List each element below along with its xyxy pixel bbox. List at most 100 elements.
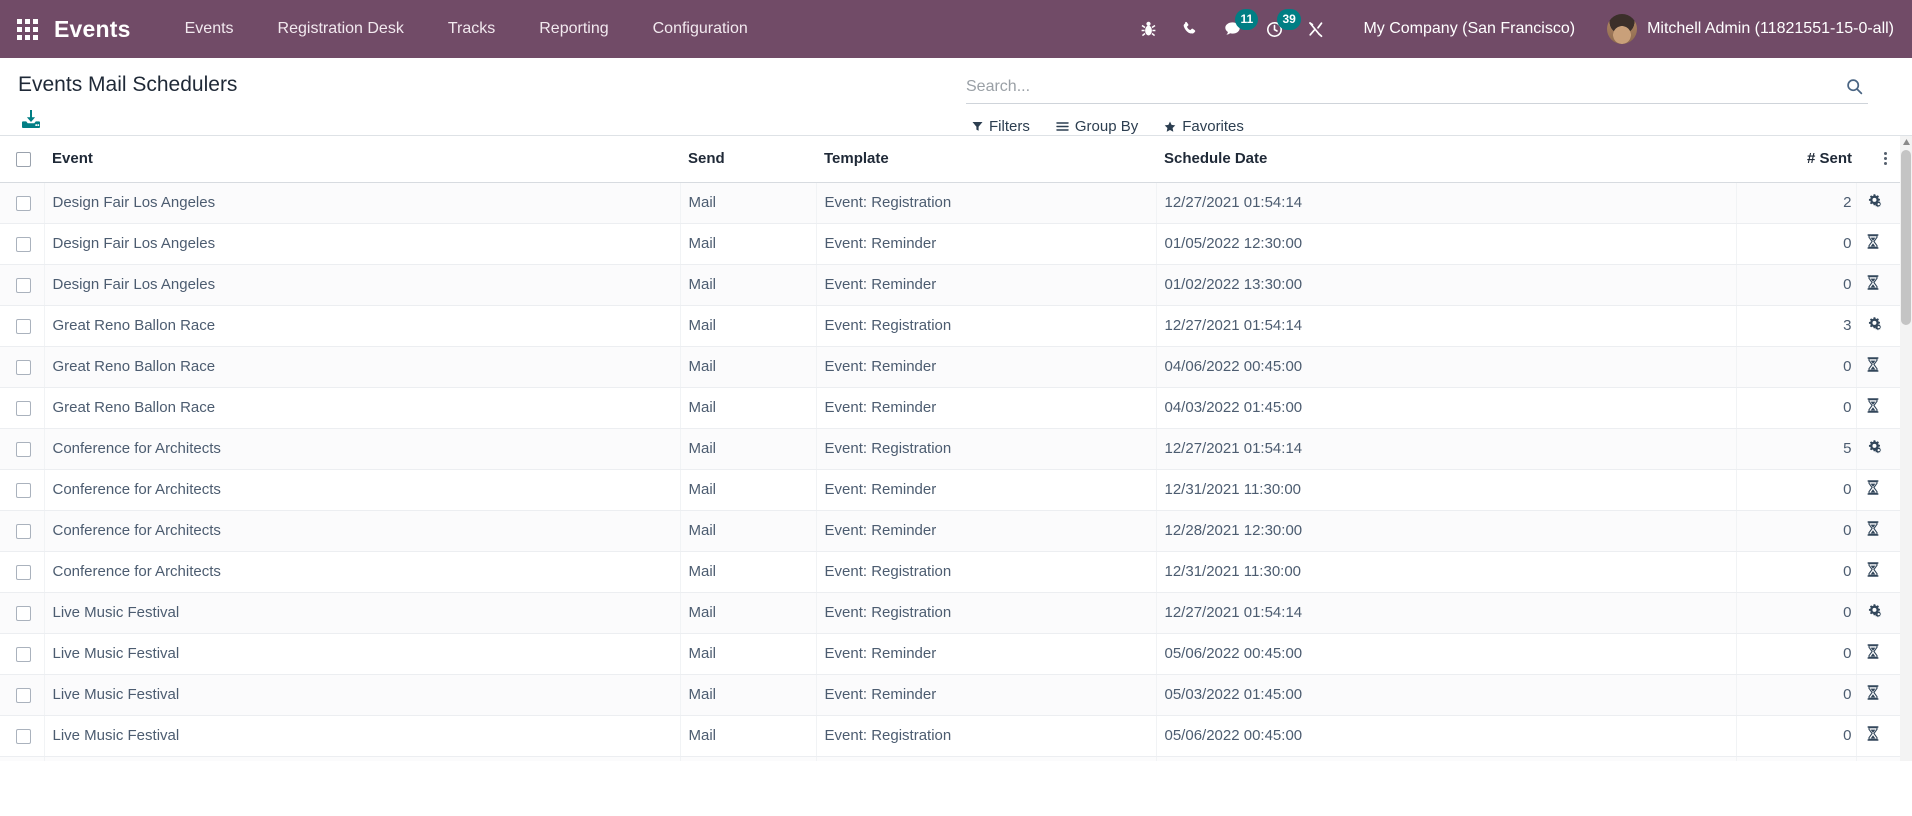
column-header-sent[interactable]: # Sent <box>1736 136 1856 183</box>
row-checkbox[interactable] <box>16 564 31 580</box>
table-row[interactable]: Conference for Architects Mail Event: Regi… <box>0 428 1912 470</box>
bug-icon[interactable] <box>1127 0 1169 58</box>
cell-template: Event: Reminder <box>816 387 1157 429</box>
column-header-event[interactable]: Event <box>44 136 680 183</box>
column-header-template[interactable]: Template <box>816 136 1156 183</box>
search-input[interactable] <box>966 71 1840 102</box>
cell-sent-count: 0 <box>1736 592 1857 634</box>
list-view: Event Send Template Schedule Date # Sent… <box>0 136 1912 761</box>
table-row[interactable]: Business workshopsMailEvent: Registratio… <box>0 756 1912 761</box>
table-row[interactable]: Conference for Architects Mail Event: Remi… <box>0 469 1912 511</box>
apps-menu-button[interactable] <box>0 0 54 58</box>
table-row[interactable]: Design Fair Los Angeles Mail Event: Remind… <box>0 264 1912 306</box>
hourglass-icon[interactable] <box>1867 234 1879 249</box>
scrollbar-thumb[interactable] <box>1901 150 1911 325</box>
table-row[interactable]: Design Fair Los Angeles Mail Event: Remind… <box>0 223 1912 265</box>
row-checkbox[interactable] <box>16 318 31 334</box>
favorites-dropdown[interactable]: Favorites <box>1164 118 1244 135</box>
cell-template: Event: Reminder <box>816 633 1157 675</box>
cell-sent-count: 5 <box>1736 428 1857 470</box>
cell-event: Great Reno Ballon Race <box>44 305 681 347</box>
table-row[interactable]: Great Reno Ballon Race Mail Event: Registr… <box>0 305 1912 347</box>
cell-schedule-date: 12/31/2021 11:30:00 <box>1156 551 1737 593</box>
row-checkbox[interactable] <box>16 605 31 621</box>
menu-item-events[interactable]: Events <box>163 0 256 58</box>
cell-schedule-date: 12/27/2021 01:54:14 <box>1156 592 1737 634</box>
row-checkbox[interactable] <box>16 728 31 744</box>
cell-sent-count: 0 <box>1736 346 1857 388</box>
filters-dropdown[interactable]: Filters <box>972 118 1030 135</box>
cell-schedule-date: 12/27/2021 01:54:14 <box>1156 305 1737 347</box>
row-select-cell <box>0 551 45 593</box>
hourglass-icon[interactable] <box>1867 644 1879 659</box>
table-row[interactable]: Live Music Festival Mail Event: Reminder 05… <box>0 633 1912 675</box>
user-menu[interactable]: Mitchell Admin (11821551-15-0-all) <box>1593 14 1894 44</box>
row-checkbox[interactable] <box>16 687 31 703</box>
phone-icon[interactable] <box>1169 0 1211 58</box>
row-checkbox[interactable] <box>16 400 31 416</box>
app-brand-events[interactable]: Events <box>54 17 131 41</box>
row-checkbox[interactable] <box>16 359 31 375</box>
table-row[interactable]: Great Reno Ballon Race Mail Event: Reminde… <box>0 387 1912 429</box>
table-row[interactable]: Live Music Festival Mail Event: Registrati… <box>0 715 1912 757</box>
main-menu: Events Registration Desk Tracks Reportin… <box>163 0 770 58</box>
row-checkbox[interactable] <box>16 482 31 498</box>
activities-clock-icon[interactable]: 39 <box>1253 0 1301 58</box>
gears-icon[interactable] <box>1867 316 1882 331</box>
menu-item-tracks[interactable]: Tracks <box>426 0 517 58</box>
vertical-scrollbar[interactable] <box>1900 136 1912 761</box>
avatar <box>1607 14 1638 44</box>
hourglass-icon[interactable] <box>1867 398 1879 413</box>
cell-sent-count: 0 <box>1736 223 1857 265</box>
cell-send: Mail <box>680 387 817 429</box>
search-tools: Filters Group By Favorites <box>966 118 1868 135</box>
vertical-dots-icon[interactable] <box>1866 136 1904 181</box>
search-bar[interactable] <box>966 70 1868 104</box>
row-checkbox[interactable] <box>16 523 31 539</box>
download-export-icon[interactable] <box>20 108 42 130</box>
row-checkbox[interactable] <box>16 195 31 211</box>
search-icon[interactable] <box>1840 78 1868 95</box>
row-checkbox[interactable] <box>16 236 31 252</box>
gears-icon[interactable] <box>1867 603 1882 618</box>
scroll-up-arrow[interactable] <box>1900 136 1912 148</box>
hourglass-icon[interactable] <box>1867 562 1879 577</box>
table-row[interactable]: Live Music Festival Mail Event: Reminder 05… <box>0 674 1912 716</box>
menu-item-reporting[interactable]: Reporting <box>517 0 630 58</box>
row-select-cell <box>0 428 45 470</box>
group-by-dropdown[interactable]: Group By <box>1056 118 1138 135</box>
menu-item-registration-desk[interactable]: Registration Desk <box>256 0 426 58</box>
select-all-checkbox[interactable] <box>16 151 31 167</box>
menu-item-configuration[interactable]: Configuration <box>631 0 770 58</box>
row-select-cell <box>0 674 45 716</box>
row-checkbox[interactable] <box>16 646 31 662</box>
cell-schedule-date: 01/05/2022 12:30:00 <box>1156 223 1737 265</box>
favorites-label: Favorites <box>1182 118 1244 135</box>
column-header-send[interactable]: Send <box>680 136 816 183</box>
table-row[interactable]: Conference for Architects Mail Event: Regi… <box>0 551 1912 593</box>
row-checkbox[interactable] <box>16 441 31 457</box>
hourglass-icon[interactable] <box>1867 357 1879 372</box>
row-checkbox[interactable] <box>16 277 31 293</box>
messages-icon[interactable]: 11 <box>1211 0 1259 58</box>
cell-sent-count: 0 <box>1736 387 1857 429</box>
cell-sent-count: 0 <box>1736 674 1857 716</box>
hourglass-icon[interactable] <box>1867 726 1879 741</box>
cell-template: Event: Reminder <box>816 264 1157 306</box>
tools-icon[interactable] <box>1295 0 1337 58</box>
hourglass-icon[interactable] <box>1867 275 1879 290</box>
records-table: Event Send Template Schedule Date # Sent… <box>0 136 1912 761</box>
table-row[interactable]: Design Fair Los Angeles Mail Event: Regist… <box>0 182 1912 224</box>
cell-event: Conference for Architects <box>44 510 681 552</box>
column-header-schedule-date[interactable]: Schedule Date <box>1156 136 1736 183</box>
gears-icon[interactable] <box>1867 193 1882 208</box>
hourglass-icon[interactable] <box>1867 521 1879 536</box>
table-row[interactable]: Great Reno Ballon Race Mail Event: Reminde… <box>0 346 1912 388</box>
gears-icon[interactable] <box>1867 439 1882 454</box>
hourglass-icon[interactable] <box>1867 685 1879 700</box>
table-row[interactable]: Live Music Festival Mail Event: Registrati… <box>0 592 1912 634</box>
cell-send: Mail <box>680 510 817 552</box>
hourglass-icon[interactable] <box>1867 480 1879 495</box>
company-switcher[interactable]: My Company (San Francisco) <box>1337 20 1593 38</box>
table-row[interactable]: Conference for Architects Mail Event: Remi… <box>0 510 1912 552</box>
